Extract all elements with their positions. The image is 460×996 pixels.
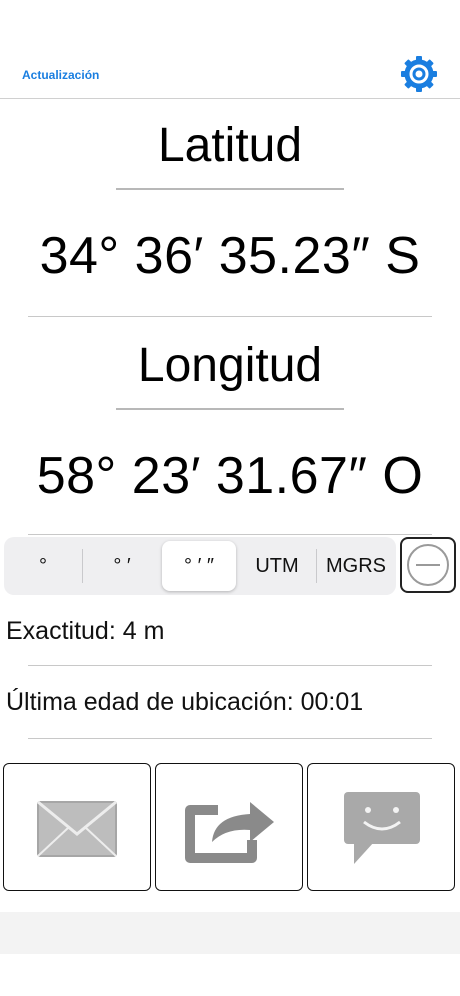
- format-degrees-minutes[interactable]: ° ′: [86, 541, 158, 591]
- update-link[interactable]: Actualización: [22, 68, 99, 82]
- divider: [28, 738, 432, 739]
- collapse-button[interactable]: [400, 537, 456, 593]
- latitude-label-underline: [116, 188, 344, 190]
- message-button[interactable]: [307, 763, 455, 891]
- divider: [28, 665, 432, 666]
- location-age-text: Última edad de ubicación: 00:01: [6, 688, 364, 716]
- share-icon: [185, 802, 274, 863]
- share-button[interactable]: [155, 763, 303, 891]
- divider: [28, 534, 432, 535]
- email-button[interactable]: [3, 763, 151, 891]
- minus-circle-icon: [407, 544, 449, 586]
- latitude-value: 34° 36′ 35.23″ S: [39, 227, 421, 285]
- gear-icon: [401, 56, 437, 92]
- format-segmented-control: ° ° ′ ° ′ ″ UTM MGRS: [4, 537, 396, 595]
- format-utm[interactable]: UTM: [240, 541, 314, 591]
- format-mgrs[interactable]: MGRS: [320, 541, 392, 591]
- accuracy-text: Exactitud: 4 m: [6, 617, 165, 645]
- latitude-label: Latitud: [157, 119, 303, 172]
- mail-icon: [37, 800, 117, 857]
- segment-separator: [82, 549, 83, 583]
- format-degrees[interactable]: °: [8, 541, 78, 591]
- settings-button[interactable]: [399, 54, 439, 94]
- bottom-bar: [0, 912, 460, 954]
- message-icon: [344, 792, 420, 864]
- divider: [28, 316, 432, 317]
- longitude-value: 58° 23′ 31.67″ O: [36, 447, 424, 505]
- longitude-label: Longitud: [137, 339, 323, 392]
- header-divider: [0, 98, 460, 99]
- format-degrees-minutes-seconds[interactable]: ° ′ ″: [162, 541, 236, 591]
- segment-separator: [316, 549, 317, 583]
- longitude-label-underline: [116, 408, 344, 410]
